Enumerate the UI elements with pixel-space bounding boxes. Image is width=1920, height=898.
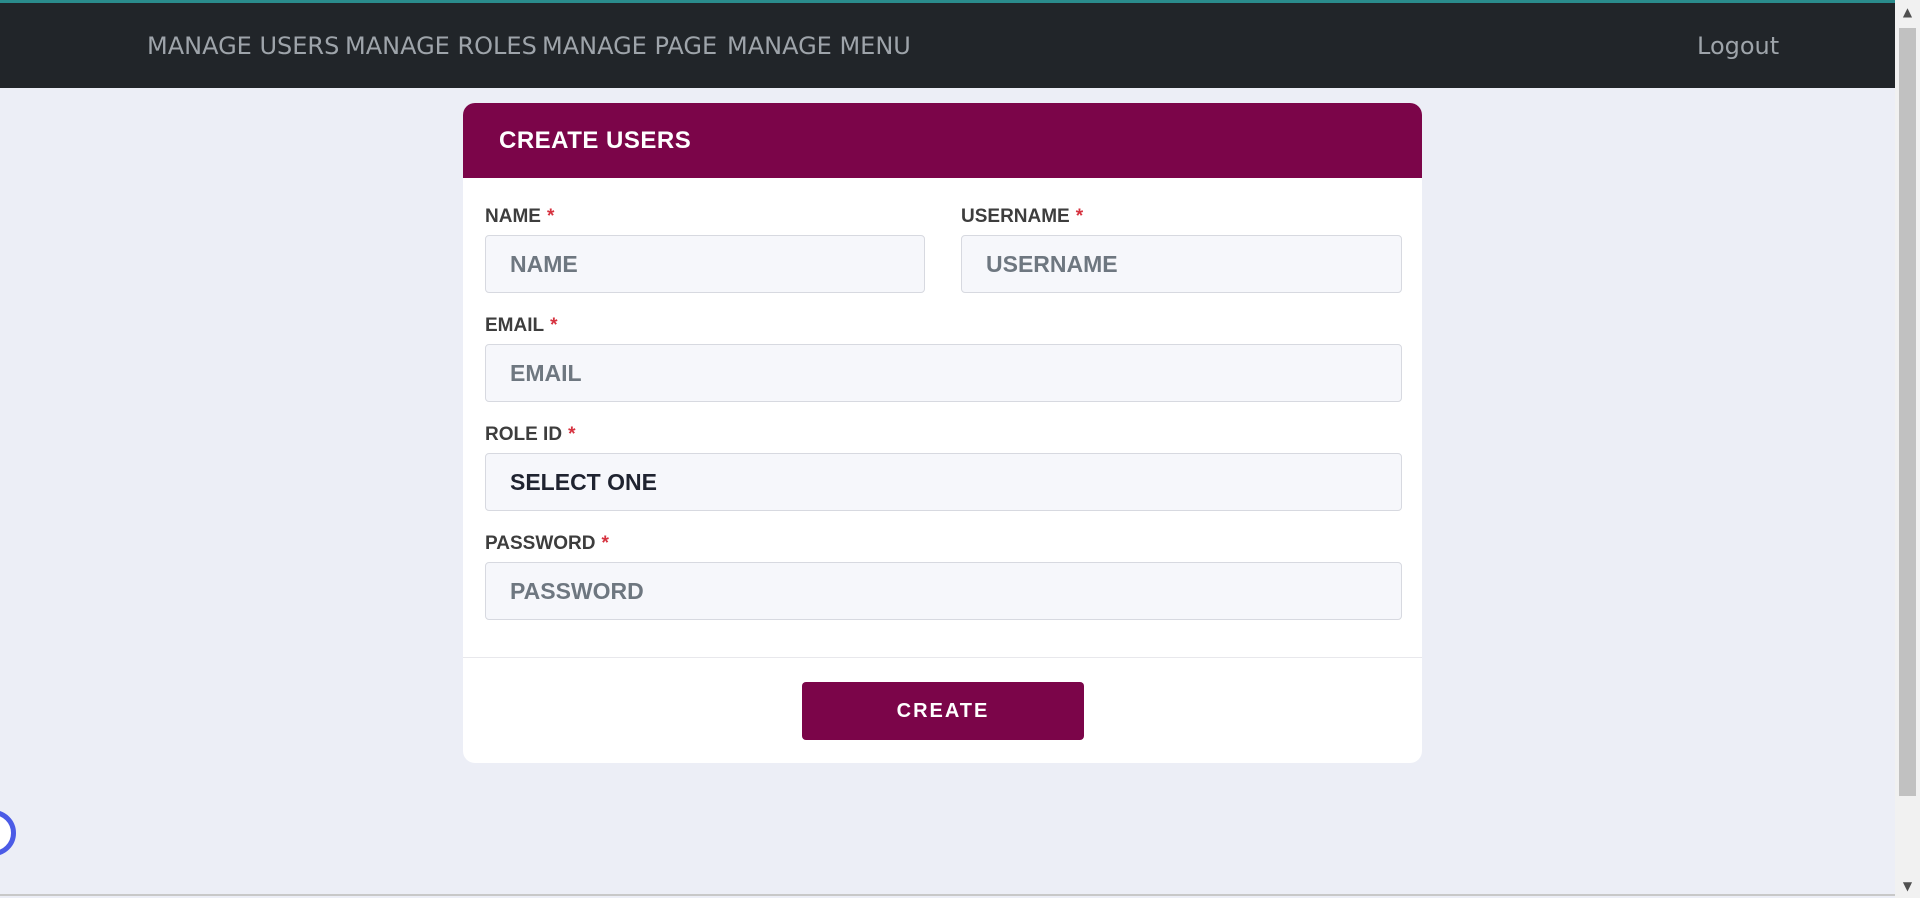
required-mark: *: [601, 533, 609, 554]
logout-link[interactable]: Logout: [1697, 32, 1779, 60]
password-label-text: PASSWORD: [485, 533, 596, 554]
nav-manage-roles[interactable]: MANAGE ROLES: [345, 32, 537, 60]
scroll-down-arrow-icon[interactable]: ▼: [1895, 876, 1920, 896]
create-users-card: CREATE USERS NAME* USERNAME* EMAIL* ROLE…: [463, 103, 1422, 763]
password-label: PASSWORD *: [485, 533, 609, 555]
name-input[interactable]: [485, 235, 925, 293]
chat-widget-icon[interactable]: [0, 810, 16, 856]
role-id-selected-value: SELECT ONE: [510, 468, 657, 495]
nav-manage-users[interactable]: MANAGE USERS: [147, 32, 339, 60]
role-id-label-text: ROLE ID: [485, 424, 563, 445]
card-header: CREATE USERS: [463, 103, 1422, 178]
scroll-up-arrow-icon[interactable]: ▲: [1895, 2, 1920, 22]
card-footer-divider: [463, 657, 1422, 658]
email-label: EMAIL *: [485, 315, 558, 337]
required-mark: *: [546, 206, 555, 227]
nav-manage-menu[interactable]: MANAGE MENU: [727, 32, 911, 60]
email-label-text: EMAIL: [485, 315, 545, 336]
required-mark: *: [1075, 206, 1084, 227]
required-mark: *: [568, 424, 576, 445]
password-input[interactable]: [485, 562, 1402, 620]
email-input[interactable]: [485, 344, 1402, 402]
nav-manage-page[interactable]: MANAGE PAGE: [542, 32, 717, 60]
role-id-select[interactable]: SELECT ONE: [485, 453, 1402, 511]
username-label-text: USERNAME: [961, 206, 1070, 227]
top-navbar: MANAGE USERS MANAGE ROLES MANAGE PAGE MA…: [0, 3, 1895, 88]
bottom-border: [0, 894, 1895, 896]
required-mark: *: [550, 315, 558, 336]
username-input[interactable]: [961, 235, 1402, 293]
create-button[interactable]: CREATE: [802, 682, 1084, 740]
card-title: CREATE USERS: [499, 127, 692, 154]
username-label: USERNAME *: [961, 206, 1083, 228]
role-id-label: ROLE ID *: [485, 424, 575, 446]
name-label: NAME *: [485, 206, 554, 228]
vertical-scrollbar[interactable]: ▲ ▼: [1895, 0, 1920, 898]
scrollbar-thumb[interactable]: [1899, 28, 1916, 796]
name-label-text: NAME: [485, 206, 541, 227]
